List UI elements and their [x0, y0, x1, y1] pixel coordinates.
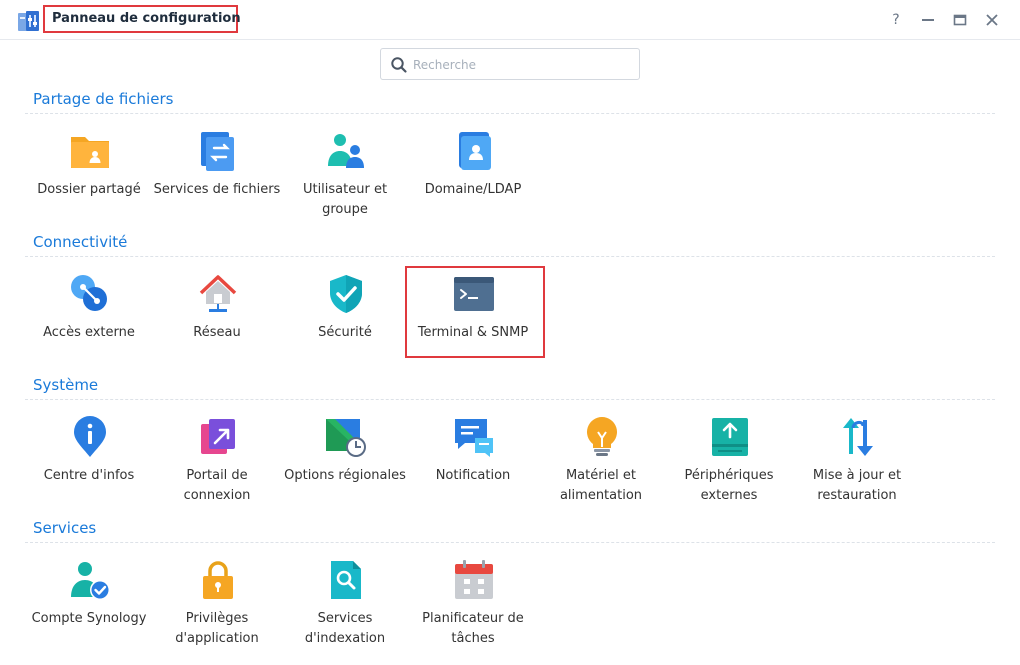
close-button[interactable] — [981, 9, 1003, 31]
minimize-icon — [922, 19, 934, 21]
item-label: Notification — [435, 468, 511, 483]
item-label: Mise à jour et restauration — [812, 468, 902, 503]
user-group-icon — [328, 134, 364, 168]
network-icon — [199, 275, 237, 312]
section-divider — [25, 113, 995, 114]
app-privileges-icon — [203, 561, 233, 599]
item-external-devices[interactable]: Périphériques externes — [665, 416, 793, 512]
item-label: Matériel et alimentation — [559, 468, 643, 503]
item-label: Portail de connexion — [183, 468, 251, 503]
maximize-button[interactable] — [949, 9, 971, 31]
regional-options-icon — [326, 419, 366, 457]
close-icon — [986, 14, 998, 26]
synology-account-icon — [71, 562, 110, 600]
title-bar: Panneau de configuration ? — [0, 0, 1020, 40]
domain-ldap-icon — [459, 132, 491, 170]
external-devices-icon — [712, 418, 748, 456]
indexing-service-icon — [331, 561, 361, 599]
task-scheduler-icon — [455, 560, 493, 599]
item-label: Domaine/LDAP — [424, 182, 522, 197]
file-services-icon — [201, 132, 234, 171]
item-label: Dossier partagé — [37, 182, 141, 197]
item-label: Utilisateur et groupe — [302, 182, 388, 217]
item-login-portal[interactable]: Portail de connexion — [153, 416, 281, 512]
section-title-connectivity: Connectivité — [33, 233, 128, 251]
info-center-icon — [74, 416, 106, 457]
minimize-button[interactable] — [917, 9, 939, 31]
section-divider — [25, 542, 995, 543]
section-divider — [25, 399, 995, 400]
item-update-restore[interactable]: Mise à jour et restauration — [793, 416, 921, 512]
item-label: Options régionales — [284, 468, 406, 483]
search-icon — [391, 57, 407, 73]
item-shared-folder[interactable]: Dossier partagé — [25, 130, 153, 226]
item-label: Compte Synology — [31, 611, 147, 626]
login-portal-icon — [201, 419, 235, 454]
external-access-icon — [71, 275, 107, 311]
item-app-privileges[interactable]: Privilèges d'application — [153, 559, 281, 655]
notification-icon — [455, 419, 493, 457]
maximize-icon — [953, 14, 967, 26]
shared-folder-icon — [71, 137, 109, 168]
item-label: Accès externe — [43, 325, 135, 340]
item-label: Services d'indexation — [304, 611, 386, 646]
item-label: Périphériques externes — [684, 468, 774, 503]
search-box[interactable] — [380, 48, 640, 80]
item-label: Privilèges d'application — [175, 611, 259, 646]
item-user-group[interactable]: Utilisateur et groupe — [281, 130, 409, 226]
item-security[interactable]: Sécurité — [281, 273, 409, 369]
help-button[interactable]: ? — [885, 9, 907, 31]
update-restore-icon — [843, 418, 873, 456]
item-label: Réseau — [193, 325, 241, 340]
section-title-services: Services — [33, 519, 97, 537]
search-input[interactable] — [413, 54, 633, 76]
item-info-center[interactable]: Centre d'infos — [25, 416, 153, 512]
item-notification[interactable]: Notification — [409, 416, 537, 512]
hardware-power-icon — [587, 417, 617, 456]
item-regional-options[interactable]: Options régionales — [281, 416, 409, 512]
item-label: Services de fichiers — [153, 182, 281, 197]
terminal-highlight-box — [405, 266, 545, 358]
item-domain-ldap[interactable]: Domaine/LDAP — [409, 130, 537, 226]
window-title: Panneau de configuration — [52, 11, 241, 26]
item-label: Centre d'infos — [43, 468, 135, 483]
item-task-scheduler[interactable]: Planificateur de tâches — [409, 559, 537, 655]
section-title-file-sharing: Partage de fichiers — [33, 90, 174, 108]
item-label: Planificateur de tâches — [422, 611, 524, 646]
item-network[interactable]: Réseau — [153, 273, 281, 369]
item-file-services[interactable]: Services de fichiers — [153, 130, 281, 226]
item-external-access[interactable]: Accès externe — [25, 273, 153, 369]
item-hardware-power[interactable]: Matériel et alimentation — [537, 416, 665, 512]
section-title-system: Système — [33, 376, 99, 394]
item-indexing-service[interactable]: Services d'indexation — [281, 559, 409, 655]
section-divider — [25, 256, 995, 257]
control-panel-app-icon — [18, 11, 39, 31]
item-synology-account[interactable]: Compte Synology — [25, 559, 153, 655]
item-label: Sécurité — [318, 325, 372, 340]
security-shield-icon — [330, 275, 362, 313]
